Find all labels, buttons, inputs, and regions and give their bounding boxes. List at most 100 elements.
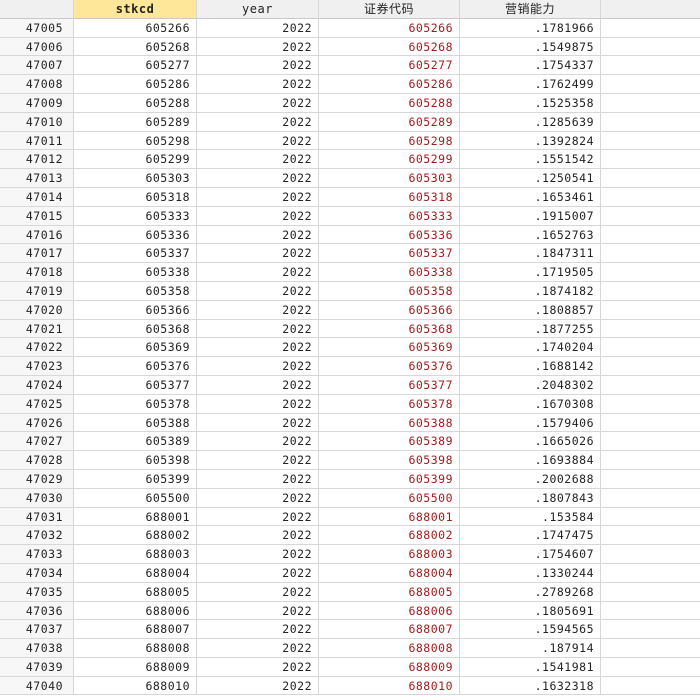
- row-number[interactable]: 47021: [0, 319, 74, 339]
- cell-security-code[interactable]: 688010: [319, 676, 460, 696]
- table-row[interactable]: 47023 605376 2022 605376.1688142: [0, 357, 700, 376]
- cell-year[interactable]: 2022: [197, 37, 319, 57]
- row-number[interactable]: 47040: [0, 676, 74, 696]
- cell-stkcd[interactable]: 605368: [74, 319, 197, 339]
- cell-marketing-ability[interactable]: .1665026: [460, 432, 601, 452]
- cell-marketing-ability[interactable]: .1551542: [460, 150, 601, 170]
- row-number[interactable]: 47037: [0, 620, 74, 640]
- cell-year[interactable]: 2022: [197, 300, 319, 320]
- cell-stkcd[interactable]: 605336: [74, 225, 197, 245]
- cell-stkcd[interactable]: 605298: [74, 131, 197, 151]
- cell-marketing-ability[interactable]: .1525358: [460, 93, 601, 113]
- row-number[interactable]: 47018: [0, 263, 74, 282]
- cell-stkcd[interactable]: 605337: [74, 244, 197, 264]
- table-row[interactable]: 47032 688002 2022 688002.1747475: [0, 526, 700, 546]
- cell-stkcd[interactable]: 688006: [74, 601, 197, 621]
- cell-year[interactable]: 2022: [197, 507, 319, 527]
- cell-year[interactable]: 2022: [197, 169, 319, 188]
- row-number[interactable]: 47031: [0, 507, 74, 527]
- cell-year[interactable]: 2022: [197, 93, 319, 113]
- cell-marketing-ability[interactable]: .2048302: [460, 375, 601, 395]
- cell-year[interactable]: 2022: [197, 263, 319, 282]
- cell-year[interactable]: 2022: [197, 244, 319, 264]
- cell-year[interactable]: 2022: [197, 676, 319, 696]
- cell-year[interactable]: 2022: [197, 657, 319, 677]
- table-row[interactable]: 47006 605268 2022 605268.1549875: [0, 37, 700, 57]
- cell-year[interactable]: 2022: [197, 131, 319, 151]
- cell-year[interactable]: 2022: [197, 620, 319, 640]
- cell-stkcd[interactable]: 605358: [74, 281, 197, 301]
- cell-stkcd[interactable]: 605266: [74, 18, 197, 38]
- cell-stkcd[interactable]: 605366: [74, 300, 197, 320]
- table-row[interactable]: 47040 688010 2022 688010.1632318: [0, 676, 700, 696]
- cell-year[interactable]: 2022: [197, 75, 319, 94]
- table-row[interactable]: 47039 688009 2022 688009.1541981: [0, 657, 700, 677]
- table-row[interactable]: 47018 605338 2022 605338.1719505: [0, 263, 700, 282]
- row-number[interactable]: 47039: [0, 657, 74, 677]
- cell-security-code[interactable]: 605318: [319, 187, 460, 207]
- cell-year[interactable]: 2022: [197, 338, 319, 358]
- cell-year[interactable]: 2022: [197, 150, 319, 170]
- cell-year[interactable]: 2022: [197, 281, 319, 301]
- cell-marketing-ability[interactable]: .1250541: [460, 169, 601, 188]
- cell-stkcd[interactable]: 605318: [74, 187, 197, 207]
- cell-marketing-ability[interactable]: .1747475: [460, 526, 601, 546]
- cell-stkcd[interactable]: 688004: [74, 563, 197, 583]
- cell-security-code[interactable]: 605338: [319, 263, 460, 282]
- cell-stkcd[interactable]: 688003: [74, 545, 197, 564]
- table-row[interactable]: 47013 605303 2022 605303.1250541: [0, 169, 700, 188]
- table-row[interactable]: 47026 605388 2022 605388.1579406: [0, 413, 700, 433]
- cell-marketing-ability[interactable]: .1754607: [460, 545, 601, 564]
- cell-year[interactable]: 2022: [197, 319, 319, 339]
- row-number[interactable]: 47033: [0, 545, 74, 564]
- table-row[interactable]: 47007 605277 2022 605277.1754337: [0, 56, 700, 76]
- cell-stkcd[interactable]: 688009: [74, 657, 197, 677]
- cell-security-code[interactable]: 605366: [319, 300, 460, 320]
- cell-security-code[interactable]: 605368: [319, 319, 460, 339]
- cell-marketing-ability[interactable]: .1740204: [460, 338, 601, 358]
- table-row[interactable]: 47024 605377 2022 605377.2048302: [0, 375, 700, 395]
- row-number[interactable]: 47015: [0, 206, 74, 226]
- row-number[interactable]: 47022: [0, 338, 74, 358]
- cell-security-code[interactable]: 605336: [319, 225, 460, 245]
- cell-security-code[interactable]: 605299: [319, 150, 460, 170]
- row-number[interactable]: 47028: [0, 451, 74, 470]
- cell-stkcd[interactable]: 605289: [74, 112, 197, 132]
- cell-year[interactable]: 2022: [197, 413, 319, 433]
- column-header-security-code[interactable]: 证券代码: [319, 0, 460, 19]
- row-number[interactable]: 47025: [0, 394, 74, 414]
- row-number[interactable]: 47010: [0, 112, 74, 132]
- row-number[interactable]: 47035: [0, 582, 74, 602]
- table-row[interactable]: 47008 605286 2022 605286.1762499: [0, 75, 700, 94]
- cell-stkcd[interactable]: 688005: [74, 582, 197, 602]
- cell-marketing-ability[interactable]: .1392824: [460, 131, 601, 151]
- cell-stkcd[interactable]: 688010: [74, 676, 197, 696]
- cell-stkcd[interactable]: 605377: [74, 375, 197, 395]
- cell-stkcd[interactable]: 605369: [74, 338, 197, 358]
- cell-marketing-ability[interactable]: .1808857: [460, 300, 601, 320]
- row-number[interactable]: 47032: [0, 526, 74, 546]
- row-number[interactable]: 47034: [0, 563, 74, 583]
- table-row[interactable]: 47030 605500 2022 605500.1807843: [0, 488, 700, 508]
- cell-stkcd[interactable]: 605338: [74, 263, 197, 282]
- row-number[interactable]: 47006: [0, 37, 74, 57]
- cell-marketing-ability[interactable]: .1541981: [460, 657, 601, 677]
- cell-stkcd[interactable]: 605378: [74, 394, 197, 414]
- cell-security-code[interactable]: 605268: [319, 37, 460, 57]
- cell-marketing-ability[interactable]: .1805691: [460, 601, 601, 621]
- cell-security-code[interactable]: 605286: [319, 75, 460, 94]
- cell-marketing-ability[interactable]: .1754337: [460, 56, 601, 76]
- row-number[interactable]: 47016: [0, 225, 74, 245]
- cell-year[interactable]: 2022: [197, 206, 319, 226]
- cell-marketing-ability[interactable]: .1781966: [460, 18, 601, 38]
- cell-year[interactable]: 2022: [197, 601, 319, 621]
- row-number[interactable]: 47029: [0, 469, 74, 489]
- cell-marketing-ability[interactable]: .1652763: [460, 225, 601, 245]
- cell-marketing-ability[interactable]: .2789268: [460, 582, 601, 602]
- table-row[interactable]: 47028 605398 2022 605398.1693884: [0, 451, 700, 470]
- row-number[interactable]: 47005: [0, 18, 74, 38]
- cell-security-code[interactable]: 605399: [319, 469, 460, 489]
- table-row[interactable]: 47011 605298 2022 605298.1392824: [0, 131, 700, 151]
- cell-security-code[interactable]: 605289: [319, 112, 460, 132]
- cell-security-code[interactable]: 688009: [319, 657, 460, 677]
